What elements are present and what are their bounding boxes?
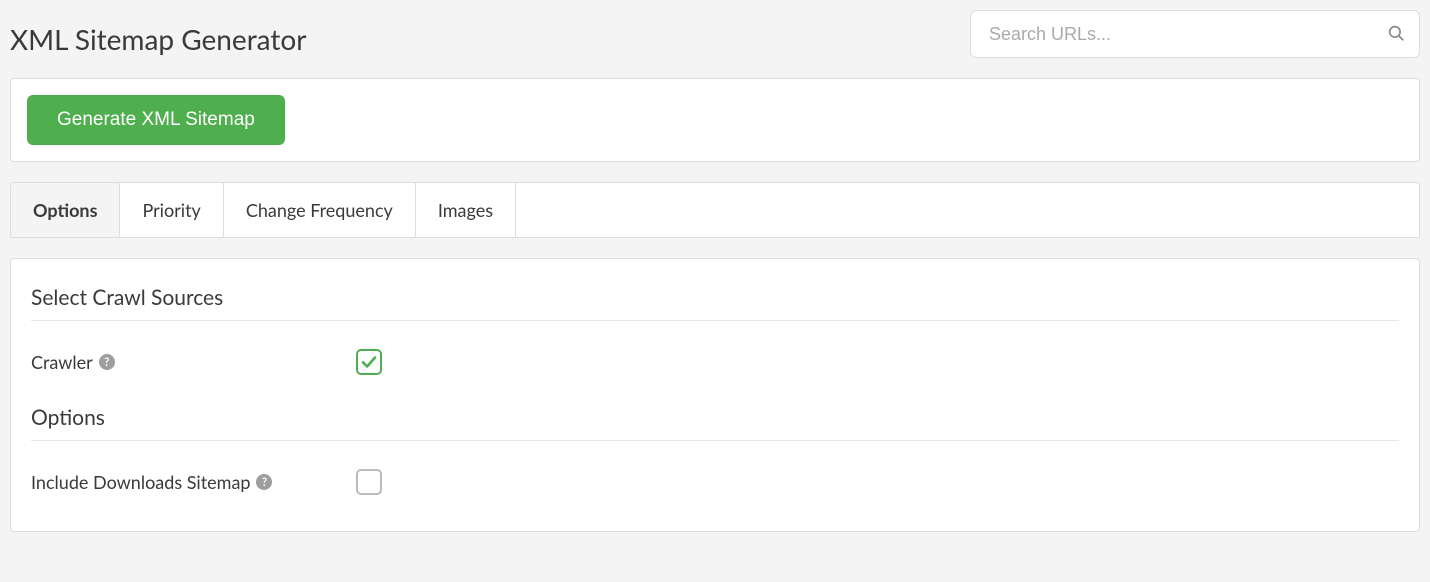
section-heading-crawl-sources: Select Crawl Sources (31, 285, 1399, 321)
search-input[interactable] (970, 10, 1420, 58)
page-title: XML Sitemap Generator (10, 10, 306, 56)
section-heading-options: Options (31, 405, 1399, 441)
action-panel: Generate XML Sitemap (10, 78, 1420, 162)
checkbox-crawler[interactable] (356, 349, 382, 375)
help-icon[interactable]: ? (256, 474, 272, 490)
label-include-downloads-text: Include Downloads Sitemap (31, 471, 250, 493)
search-button[interactable] (1376, 14, 1416, 54)
label-crawler-text: Crawler (31, 351, 93, 373)
search-wrap (970, 10, 1420, 58)
row-include-downloads: Include Downloads Sitemap ? (31, 469, 1399, 495)
generate-sitemap-button[interactable]: Generate XML Sitemap (27, 95, 285, 145)
row-crawler: Crawler ? (31, 349, 1399, 375)
help-icon[interactable]: ? (99, 354, 115, 370)
options-form-panel: Select Crawl Sources Crawler ? Options I… (10, 258, 1420, 532)
tab-images[interactable]: Images (416, 183, 516, 237)
tabs: Options Priority Change Frequency Images (10, 182, 1420, 238)
tab-options[interactable]: Options (11, 183, 120, 237)
label-include-downloads: Include Downloads Sitemap ? (31, 471, 356, 493)
label-crawler: Crawler ? (31, 351, 356, 373)
tab-change-frequency[interactable]: Change Frequency (224, 183, 416, 237)
search-icon (1387, 24, 1405, 45)
checkbox-include-downloads[interactable] (356, 469, 382, 495)
tab-priority[interactable]: Priority (120, 183, 223, 237)
